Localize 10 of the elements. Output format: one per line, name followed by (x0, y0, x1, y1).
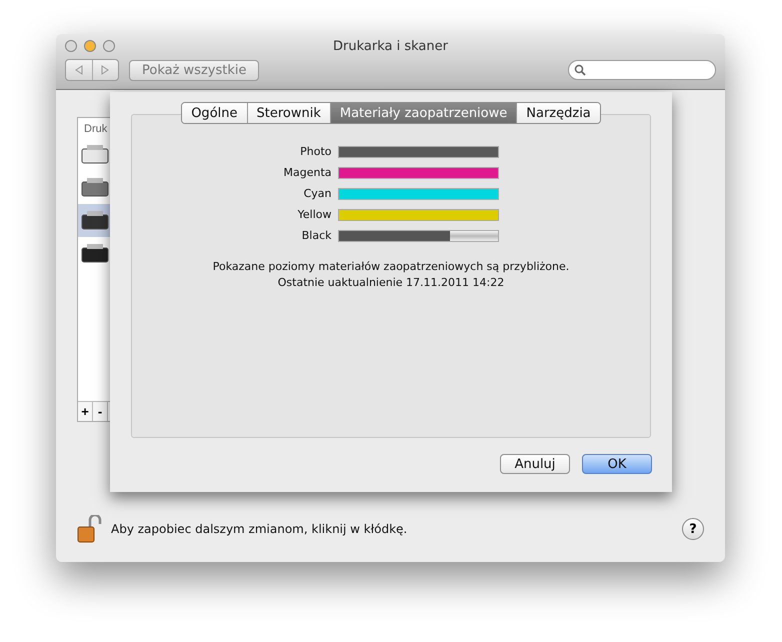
approximation-note: Pokazane poziomy materiałów zaopatrzeniowych są przybliżone. (212, 260, 570, 273)
supply-name: Black (300, 229, 332, 242)
window-title: Drukarka i skaner (332, 38, 449, 54)
list-header: Druk (83, 122, 108, 137)
last-updated: Ostatnie uaktualnienie 17.11.2011 14:22 (278, 276, 504, 289)
supply-name: Cyan (302, 187, 332, 200)
lock-message: Aby zapobiec dalszym zmianom, kliknij w kłódkę. (111, 522, 408, 536)
supply-name: Yellow (296, 208, 332, 221)
supply-name: Magenta (283, 166, 332, 179)
supply-name: Photo (299, 145, 332, 158)
